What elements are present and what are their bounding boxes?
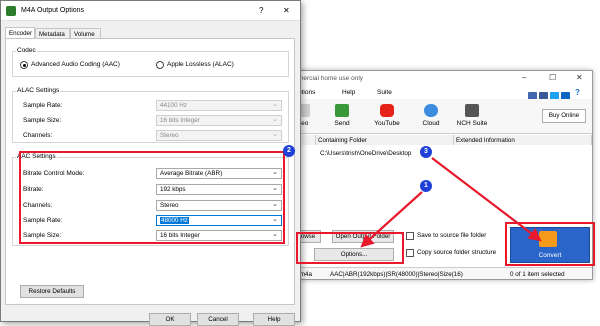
- annotation-arrows: [360, 157, 542, 248]
- callout-badge-2: 2: [283, 145, 295, 157]
- arrow-to-convert: [431, 157, 542, 242]
- callout-badge-1: 1: [420, 180, 432, 192]
- callout-badge-3: 3: [420, 146, 432, 158]
- arrow-to-options: [360, 191, 423, 248]
